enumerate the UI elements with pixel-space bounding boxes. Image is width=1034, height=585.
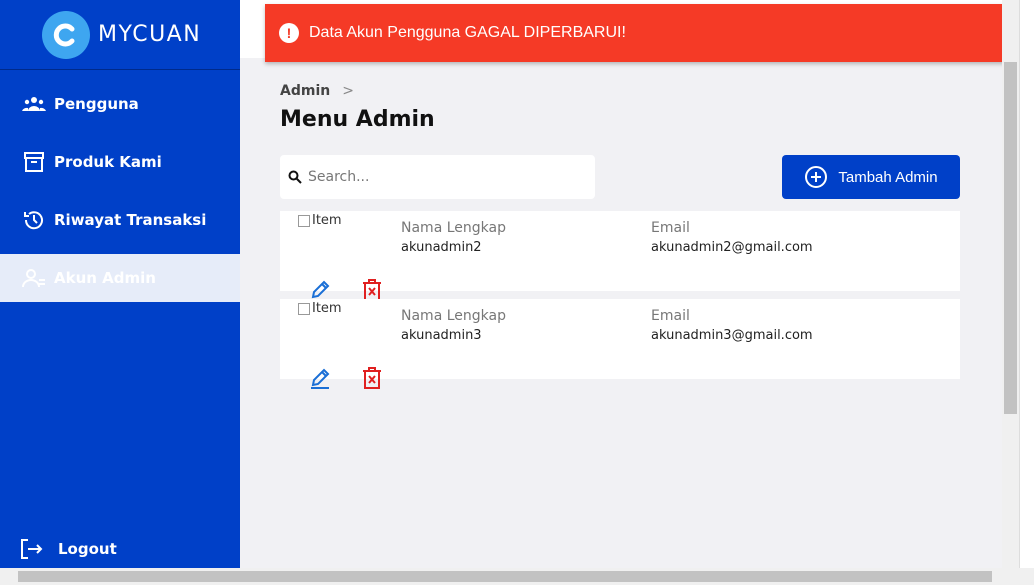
logout-button[interactable]: Logout [20, 538, 117, 560]
brand-name: MYCUAN [98, 22, 202, 47]
image-alt-text: Item [312, 301, 342, 316]
error-toast: ! Data Akun Pengguna GAGAL DIPERBARUI! [265, 4, 1017, 62]
name-label: Nama Lengkap [401, 220, 506, 236]
image-alt-text: Item [312, 213, 342, 228]
delete-icon[interactable] [362, 367, 382, 393]
admin-card: Item Nama Lengkap akunadmin2 Email akuna… [280, 211, 960, 301]
email-label: Email [651, 308, 690, 324]
admin-name: akunadmin3 [401, 328, 482, 343]
edit-icon[interactable] [309, 367, 331, 393]
admin-card: Item Nama Lengkap akunadmin3 Email akuna… [280, 299, 960, 389]
breadcrumb: Admin > [280, 83, 354, 99]
horizontal-scrollbar[interactable] [0, 568, 1034, 585]
admin-email: akunadmin2@gmail.com [651, 240, 813, 255]
logo-icon [42, 10, 90, 59]
logo[interactable]: MYCUAN [0, 0, 240, 70]
alert-icon: ! [279, 23, 299, 43]
admin-email: akunadmin3@gmail.com [651, 328, 813, 343]
plus-circle-icon [804, 165, 828, 189]
search-box[interactable] [280, 155, 595, 199]
admin-image: Item [298, 213, 342, 228]
sidebar-item-label: Akun Admin [54, 269, 156, 287]
broken-image-icon [298, 214, 310, 227]
email-label: Email [651, 220, 690, 236]
sidebar-item-akun-admin[interactable]: Akun Admin [0, 254, 240, 302]
breadcrumb-admin[interactable]: Admin [280, 83, 330, 99]
sidebar-item-label: Pengguna [54, 95, 139, 113]
sidebar-item-pengguna[interactable]: Pengguna [0, 80, 240, 128]
sidebar-item-label: Produk Kami [54, 153, 162, 171]
sidebar-item-label: Riwayat Transaksi [54, 211, 207, 229]
vertical-scrollbar[interactable] [1002, 0, 1019, 568]
sidebar: MYCUAN Pengguna Produk Kami Riwayat Tran… [0, 0, 240, 568]
page-title: Menu Admin [280, 107, 435, 132]
logout-icon [20, 538, 44, 560]
admin-image: Item [298, 301, 342, 316]
search-input[interactable] [308, 169, 578, 185]
toast-message: Data Akun Pengguna GAGAL DIPERBARUI! [309, 24, 626, 41]
scrollbar-thumb[interactable] [18, 571, 992, 582]
logout-label: Logout [58, 540, 117, 558]
search-icon [288, 170, 302, 184]
admin-name: akunadmin2 [401, 240, 482, 255]
broken-image-icon [298, 302, 310, 315]
window-edge [1019, 0, 1034, 568]
name-label: Nama Lengkap [401, 308, 506, 324]
sidebar-item-riwayat[interactable]: Riwayat Transaksi [0, 196, 240, 244]
scrollbar-thumb[interactable] [1004, 62, 1017, 414]
add-admin-label: Tambah Admin [838, 168, 938, 186]
archive-icon [22, 150, 46, 174]
breadcrumb-separator: > [342, 83, 354, 99]
history-icon [22, 208, 46, 232]
sidebar-item-produk[interactable]: Produk Kami [0, 138, 240, 186]
user-admin-icon [22, 266, 46, 290]
add-admin-button[interactable]: Tambah Admin [782, 155, 960, 199]
users-icon [22, 92, 46, 116]
